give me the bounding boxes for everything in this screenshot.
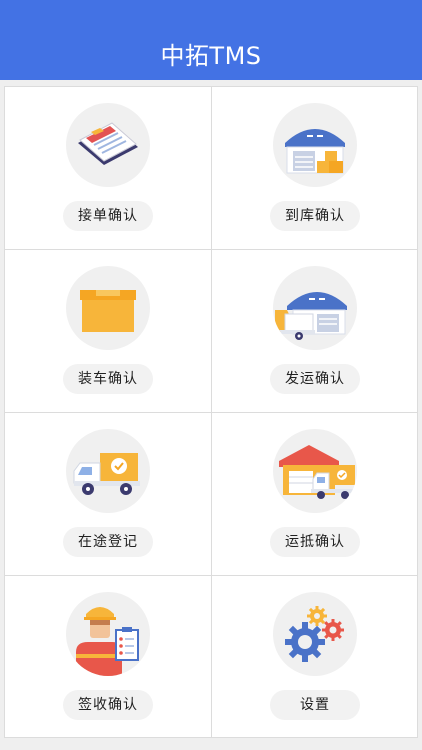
gears-icon <box>273 592 357 676</box>
order-clipboard-icon <box>66 103 150 187</box>
menu-item-label: 运抵确认 <box>270 527 360 557</box>
menu-item-label: 到库确认 <box>270 201 360 231</box>
menu-grid: 接单确认 到库确认 装车确认 发运确认 在途登记 运抵确认 签收确认 设置 <box>4 86 418 738</box>
page-title: 中拓TMS <box>160 42 262 70</box>
menu-item-signoff-confirm[interactable]: 签收确认 <box>5 576 211 738</box>
menu-item-dispatch-confirm[interactable]: 发运确认 <box>212 250 418 412</box>
menu-item-label: 设置 <box>270 690 360 720</box>
menu-item-settings[interactable]: 设置 <box>212 576 418 738</box>
warehouse-truck-icon <box>273 266 357 350</box>
menu-item-transit-register[interactable]: 在途登记 <box>5 413 211 575</box>
arrived-truck-house-icon <box>273 429 357 513</box>
menu-item-warehouse-confirm[interactable]: 到库确认 <box>212 87 418 249</box>
app-header: 中拓TMS <box>0 0 422 80</box>
menu-item-label: 在途登记 <box>63 527 153 557</box>
menu-item-label: 签收确认 <box>63 690 153 720</box>
worker-clipboard-icon <box>66 592 150 676</box>
delivery-truck-check-icon <box>66 429 150 513</box>
menu-item-label: 装车确认 <box>63 364 153 394</box>
menu-item-label: 接单确认 <box>63 201 153 231</box>
menu-item-loading-confirm[interactable]: 装车确认 <box>5 250 211 412</box>
menu-item-label: 发运确认 <box>270 364 360 394</box>
box-icon <box>66 266 150 350</box>
warehouse-boxes-icon <box>273 103 357 187</box>
menu-item-arrival-confirm[interactable]: 运抵确认 <box>212 413 418 575</box>
menu-item-order-confirm[interactable]: 接单确认 <box>5 87 211 249</box>
